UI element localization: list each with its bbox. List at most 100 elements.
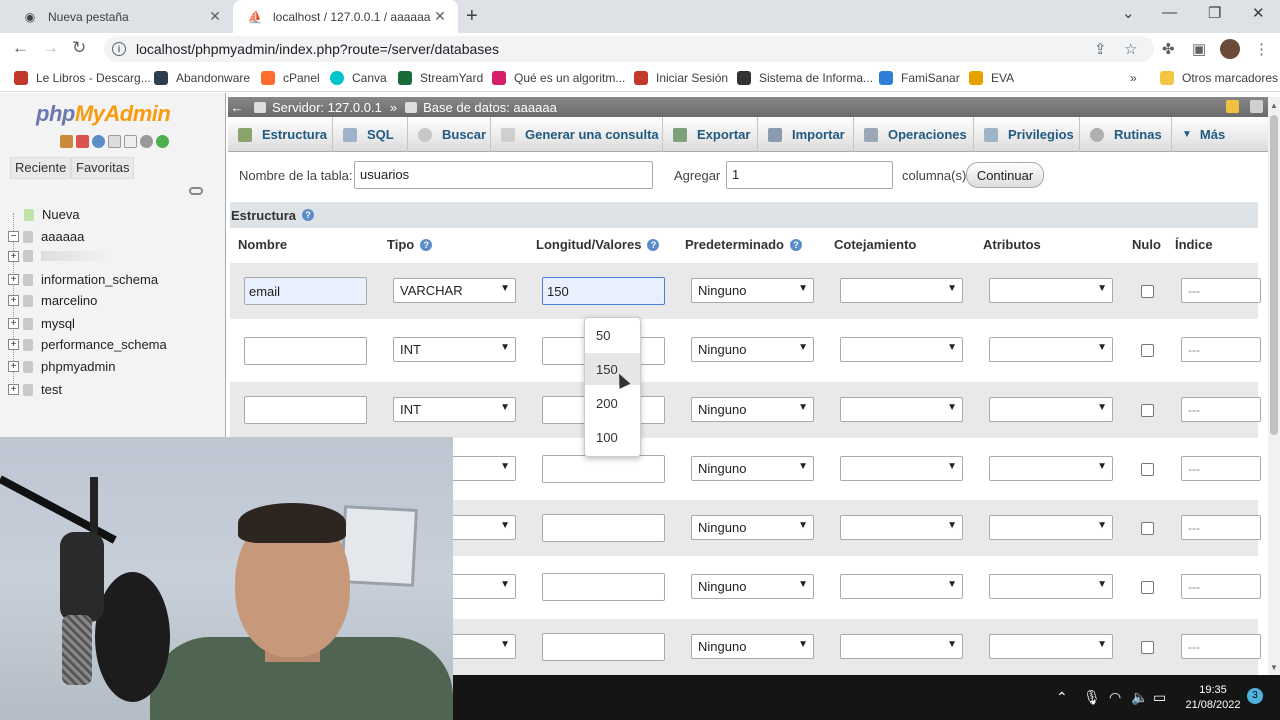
column-index-select[interactable]: --- bbox=[1181, 337, 1261, 362]
tab-import[interactable]: Importar bbox=[758, 117, 854, 152]
table-name-input[interactable]: usuarios bbox=[354, 161, 653, 189]
column-type-select[interactable]: INT ▼ bbox=[393, 397, 516, 422]
column-attributes-select[interactable]: ▼ bbox=[989, 337, 1113, 362]
lock-icon[interactable] bbox=[1226, 100, 1239, 113]
breadcrumb-server[interactable]: Servidor: 127.0.0.1 bbox=[254, 100, 382, 115]
bookmark-item[interactable]: StreamYard bbox=[398, 71, 483, 85]
column-collation-select[interactable]: ▼ bbox=[840, 397, 963, 422]
bookmark-item[interactable]: Sistema de Informa... bbox=[737, 71, 873, 85]
autocomplete-option[interactable]: 150 bbox=[585, 353, 640, 385]
scrollbar-thumb[interactable] bbox=[1270, 115, 1278, 435]
column-attributes-select[interactable]: ▼ bbox=[989, 456, 1113, 481]
logout-icon[interactable] bbox=[76, 135, 89, 148]
link-icon[interactable] bbox=[189, 187, 203, 195]
column-attributes-select[interactable]: ▼ bbox=[989, 634, 1113, 659]
tree-new-database[interactable]: Nueva bbox=[24, 207, 80, 222]
tab-export[interactable]: Exportar bbox=[663, 117, 758, 152]
tab-search[interactable]: Buscar bbox=[408, 117, 491, 152]
column-null-checkbox[interactable] bbox=[1141, 522, 1154, 535]
close-icon[interactable]: ✕ bbox=[207, 8, 223, 25]
column-attributes-select[interactable]: ▼ bbox=[989, 515, 1113, 540]
copy-icon[interactable] bbox=[124, 135, 137, 148]
close-icon[interactable]: ✕ bbox=[432, 8, 448, 25]
tree-database[interactable]: + marcelino bbox=[8, 293, 97, 308]
column-index-select[interactable]: --- bbox=[1181, 574, 1261, 599]
scroll-up-icon[interactable]: ▲ bbox=[1270, 101, 1278, 110]
column-collation-select[interactable]: ▼ bbox=[840, 456, 963, 481]
expand-icon[interactable]: + bbox=[8, 274, 19, 285]
tab-sql[interactable]: SQL bbox=[333, 117, 408, 152]
scroll-down-icon[interactable]: ▼ bbox=[1270, 663, 1278, 672]
expand-icon[interactable]: + bbox=[8, 250, 19, 262]
column-default-select[interactable]: Ninguno ▼ bbox=[691, 337, 814, 362]
tree-database[interactable]: + test bbox=[8, 382, 62, 397]
expand-icon[interactable]: + bbox=[8, 339, 19, 350]
column-attributes-select[interactable]: ▼ bbox=[989, 397, 1113, 422]
column-attributes-select[interactable]: ▼ bbox=[989, 574, 1113, 599]
phpmyadmin-logo[interactable]: phpMyAdmin bbox=[36, 101, 171, 127]
notification-badge[interactable]: 3 bbox=[1247, 688, 1263, 704]
tab-privileges[interactable]: Privilegios bbox=[974, 117, 1080, 152]
column-type-select[interactable]: INT ▼ bbox=[393, 337, 516, 362]
column-collation-select[interactable]: ▼ bbox=[840, 515, 963, 540]
reload-icon[interactable] bbox=[156, 135, 169, 148]
column-null-checkbox[interactable] bbox=[1141, 344, 1154, 357]
battery-icon[interactable]: ▭ bbox=[1153, 689, 1166, 706]
volume-icon[interactable]: 🔈 bbox=[1131, 689, 1148, 706]
column-collation-select[interactable]: ▼ bbox=[840, 337, 963, 362]
side-panel-icon[interactable]: ▣ bbox=[1192, 40, 1206, 58]
back-icon[interactable]: ← bbox=[12, 38, 29, 58]
autocomplete-option[interactable]: 200 bbox=[585, 387, 640, 419]
tree-database[interactable]: + performance_schema bbox=[8, 337, 167, 352]
system-clock[interactable]: 19:35 21/08/2022 bbox=[1183, 683, 1243, 713]
column-type-select[interactable]: VARCHAR ▼ bbox=[393, 278, 516, 303]
close-window-icon[interactable]: ✕ bbox=[1252, 4, 1265, 22]
column-index-select[interactable]: --- bbox=[1181, 634, 1261, 659]
bookmark-item[interactable]: Canva bbox=[330, 71, 387, 85]
new-tab-icon[interactable]: + bbox=[466, 5, 478, 28]
bookmark-item[interactable]: Qué es un algoritm... bbox=[492, 71, 625, 85]
tree-database[interactable]: + bbox=[8, 250, 111, 262]
column-length-input[interactable] bbox=[542, 514, 665, 542]
tab-routines[interactable]: Rutinas bbox=[1080, 117, 1172, 152]
column-length-input[interactable] bbox=[542, 633, 665, 661]
help-icon[interactable]: ? bbox=[789, 238, 802, 251]
share-icon[interactable]: ⇪ bbox=[1094, 40, 1107, 58]
continue-button[interactable]: Continuar bbox=[966, 162, 1044, 188]
favorites-button[interactable]: Favoritas bbox=[71, 157, 135, 179]
column-name-input[interactable] bbox=[244, 337, 367, 365]
column-collation-select[interactable]: ▼ bbox=[840, 634, 963, 659]
bookmark-item[interactable]: FamiSanar bbox=[879, 71, 960, 85]
main-scrollbar[interactable]: ▲ ▼ bbox=[1268, 97, 1280, 675]
expand-icon[interactable]: + bbox=[8, 361, 19, 372]
tab-more[interactable]: ▼ Más bbox=[1172, 117, 1242, 152]
home-icon[interactable] bbox=[60, 135, 73, 148]
column-null-checkbox[interactable] bbox=[1141, 641, 1154, 654]
column-index-select[interactable]: --- bbox=[1181, 515, 1261, 540]
site-info-icon[interactable]: i bbox=[112, 42, 126, 56]
minimize-icon[interactable]: — bbox=[1162, 4, 1177, 21]
column-attributes-select[interactable]: ▼ bbox=[989, 278, 1113, 303]
bookmark-item[interactable]: Abandonware bbox=[154, 71, 250, 85]
column-default-select[interactable]: Ninguno ▼ bbox=[691, 278, 814, 303]
help-icon[interactable] bbox=[92, 135, 105, 148]
wifi-icon[interactable]: ◠ bbox=[1109, 689, 1121, 706]
recent-button[interactable]: Reciente bbox=[10, 157, 72, 179]
bookmark-item[interactable]: Iniciar Sesión bbox=[634, 71, 728, 85]
column-length-input[interactable]: 150 bbox=[542, 277, 665, 305]
restore-icon[interactable]: ❐ bbox=[1208, 4, 1221, 22]
bookmark-item[interactable]: cPanel bbox=[261, 71, 320, 85]
forward-icon[interactable]: → bbox=[42, 38, 59, 58]
bookmark-item[interactable]: Le Libros - Descarg... bbox=[14, 71, 151, 85]
column-index-select[interactable]: --- bbox=[1181, 278, 1261, 303]
collapse-panel-icon[interactable]: ← bbox=[228, 100, 246, 115]
browser-tab-phpmyadmin[interactable]: ⛵ localhost / 127.0.0.1 / aaaaaa / u ✕ bbox=[233, 0, 458, 33]
column-default-select[interactable]: Ninguno ▼ bbox=[691, 634, 814, 659]
add-columns-input[interactable]: 1 bbox=[726, 161, 893, 189]
column-null-checkbox[interactable] bbox=[1141, 285, 1154, 298]
tree-database[interactable]: + mysql bbox=[8, 316, 75, 331]
address-bar[interactable]: i localhost/phpmyadmin/index.php?route=/… bbox=[104, 36, 1154, 62]
more-bookmarks-button[interactable]: » bbox=[1130, 71, 1137, 85]
column-length-input[interactable] bbox=[542, 455, 665, 483]
settings-icon[interactable] bbox=[1250, 100, 1263, 113]
